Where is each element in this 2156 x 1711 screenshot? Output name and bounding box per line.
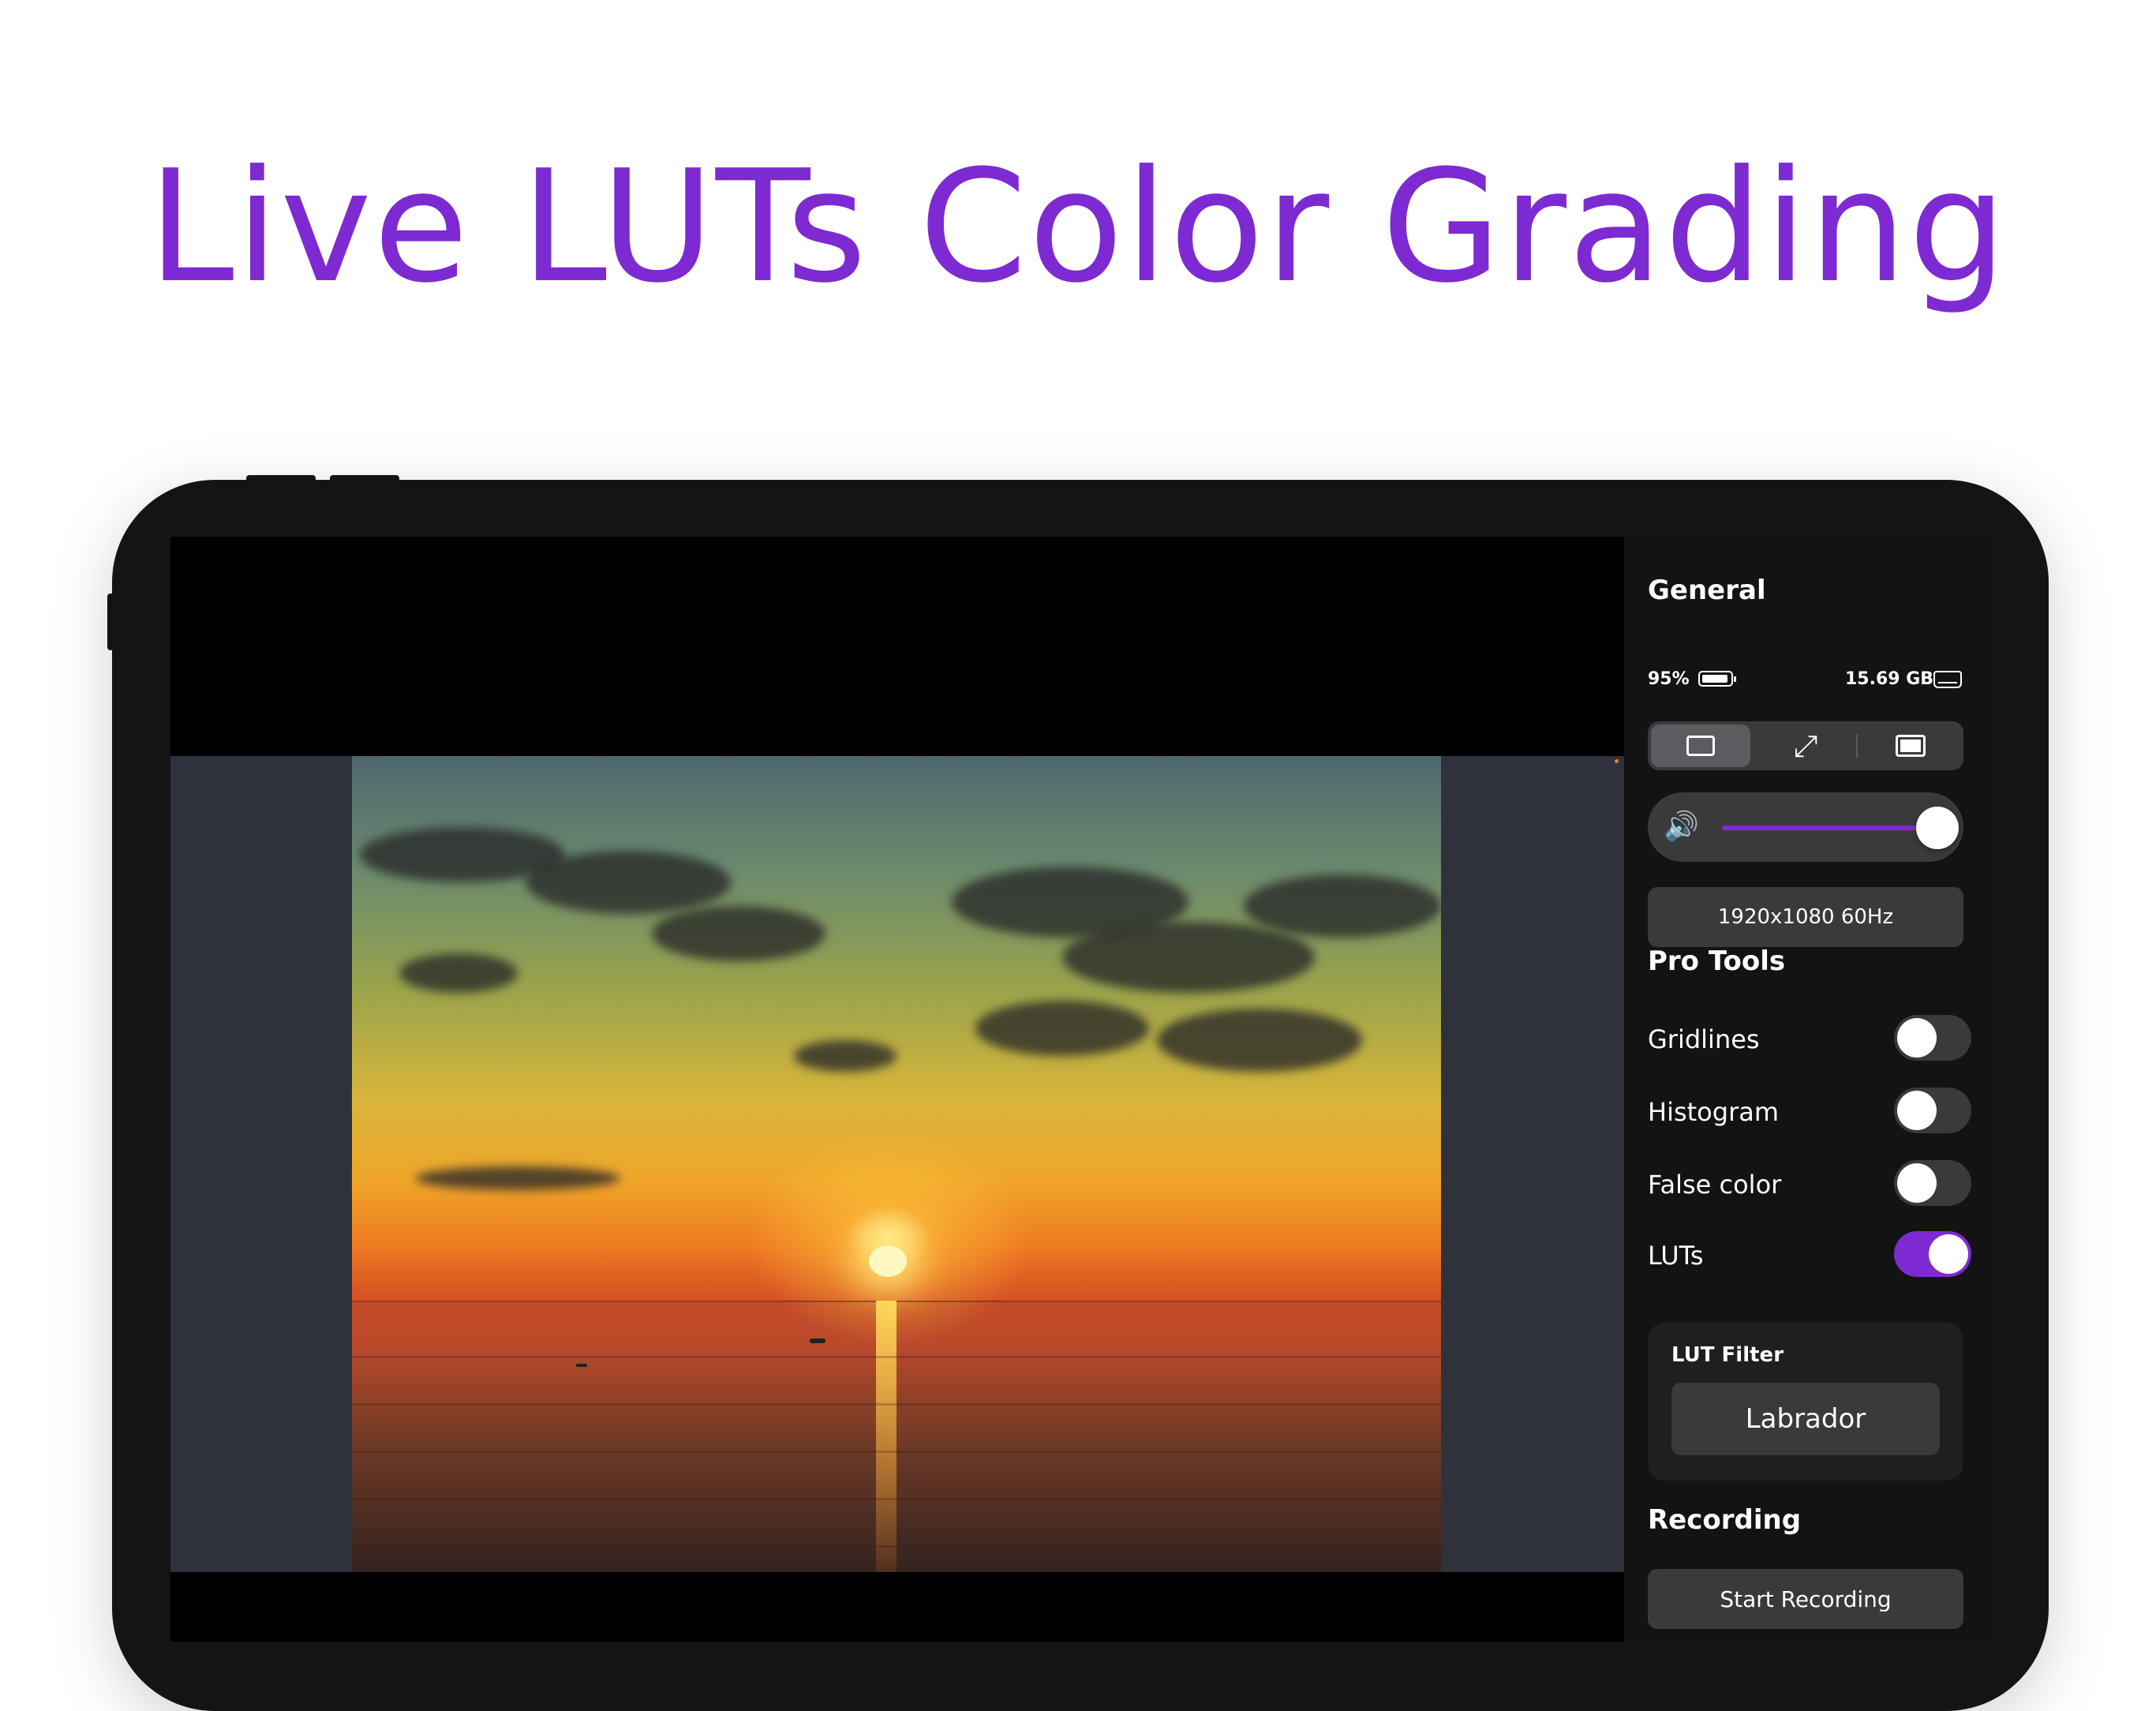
volume-slider[interactable]: 🔊 <box>1648 792 1963 862</box>
wave <box>352 1451 1441 1453</box>
horizon <box>352 1301 1441 1302</box>
cloud <box>652 906 825 961</box>
storage-drive-icon <box>1933 671 1962 688</box>
false-color-toggle[interactable] <box>1894 1160 1971 1206</box>
luts-label: LUTs <box>1648 1241 1704 1271</box>
segment-divider <box>1856 734 1858 758</box>
sun <box>869 1245 907 1277</box>
histogram-toggle[interactable] <box>1894 1088 1971 1133</box>
view-mode-window-button[interactable] <box>1651 724 1750 767</box>
toggle-knob <box>1897 1091 1937 1130</box>
wave <box>352 1545 1441 1548</box>
wave <box>352 1403 1441 1406</box>
cloud <box>975 1001 1149 1056</box>
wave <box>352 1356 1441 1358</box>
cloud <box>526 851 731 914</box>
toggle-knob <box>1897 1163 1937 1203</box>
view-mode-fit-button[interactable]: ⤢ <box>1756 724 1855 767</box>
settings-panel: General 95% 15.69 GB ⤢ 🔊 1920x1080 60Hz … <box>1624 537 1989 1642</box>
sunset-video-frame <box>352 756 1441 1572</box>
false-color-row: False color <box>1648 1160 1971 1209</box>
view-mode-fill-button[interactable] <box>1861 724 1960 767</box>
histogram-row: Histogram <box>1648 1088 1971 1136</box>
app-screen: General 95% 15.69 GB ⤢ 🔊 1920x1080 60Hz … <box>170 537 1989 1642</box>
false-color-label: False color <box>1648 1170 1782 1200</box>
luts-row: LUTs <box>1648 1231 1971 1280</box>
lut-filter-title: LUT Filter <box>1671 1343 1784 1367</box>
volume-thumb[interactable] <box>1916 807 1959 849</box>
luts-toggle[interactable] <box>1894 1231 1971 1277</box>
video-preview-area[interactable] <box>170 756 1624 1572</box>
gridlines-label: Gridlines <box>1648 1024 1760 1054</box>
fill-screen-icon <box>1896 735 1926 757</box>
status-indicator-dot <box>1615 759 1619 763</box>
lut-filter-card: LUT Filter Labrador <box>1648 1323 1963 1481</box>
headline: Live LUTs Color Grading <box>148 137 2008 317</box>
toggle-knob <box>1897 1018 1937 1058</box>
gridlines-toggle[interactable] <box>1894 1015 1971 1061</box>
battery-icon <box>1698 671 1736 687</box>
storage-available: 15.69 GB <box>1845 669 1934 689</box>
general-section-title: General <box>1648 575 1766 606</box>
resolution-button[interactable]: 1920x1080 60Hz <box>1648 887 1963 947</box>
speaker-icon: 🔊 <box>1664 811 1699 843</box>
wave <box>352 1498 1441 1500</box>
cloud <box>794 1040 896 1072</box>
battery-percentage: 95% <box>1648 669 1690 689</box>
lut-filter-select[interactable]: Labrador <box>1671 1383 1940 1455</box>
toggle-knob <box>1929 1234 1968 1274</box>
cloud <box>1244 874 1441 938</box>
view-mode-segmented-control: ⤢ <box>1648 721 1963 770</box>
recording-section-title: Recording <box>1648 1504 1802 1536</box>
sun-reflection <box>876 1301 896 1572</box>
cloud <box>1157 1009 1362 1072</box>
gridlines-row: Gridlines <box>1648 1015 1971 1064</box>
cloud <box>399 953 518 993</box>
cloud <box>1062 922 1315 993</box>
volume-track <box>1722 826 1935 830</box>
histogram-label: Histogram <box>1648 1097 1779 1127</box>
start-recording-button[interactable]: Start Recording <box>1648 1569 1963 1629</box>
pro-tools-section-title: Pro Tools <box>1648 945 1786 977</box>
boat <box>810 1338 825 1343</box>
cloud <box>415 1166 620 1190</box>
window-icon <box>1686 736 1715 756</box>
boat <box>576 1364 587 1367</box>
expand-arrows-icon: ⤢ <box>1793 728 1818 763</box>
